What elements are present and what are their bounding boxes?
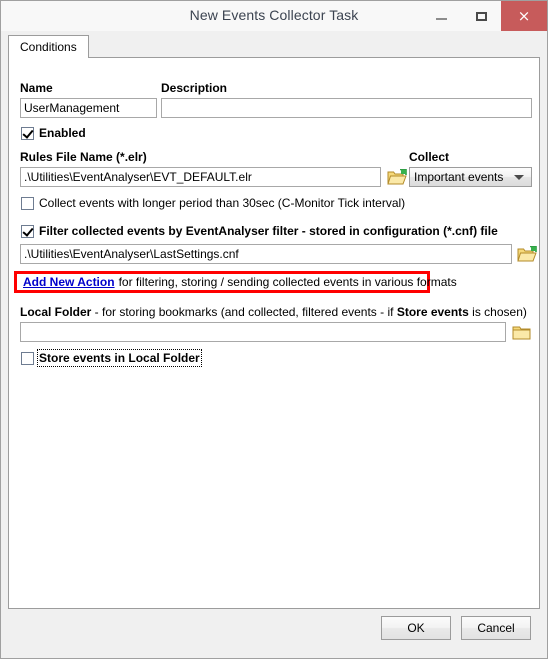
rules-file-input[interactable] <box>20 167 381 187</box>
ok-button[interactable]: OK <box>381 616 451 640</box>
local-folder-input[interactable] <box>20 322 506 342</box>
add-new-action-highlight: Add New Action for filtering, storing / … <box>14 271 457 293</box>
store-events-checkbox-box <box>21 351 34 365</box>
longer-period-checkbox[interactable]: Collect events with longer period than 3… <box>21 196 405 210</box>
collect-label: Collect <box>409 150 450 164</box>
tab-strip: Conditions <box>8 35 540 58</box>
dialog-window: New Events Collector Task × Conditions N… <box>0 0 548 659</box>
collect-select-value: Important events <box>414 170 504 184</box>
longer-period-checkbox-label: Collect events with longer period than 3… <box>39 196 406 210</box>
longer-period-checkbox-box <box>21 196 34 210</box>
description-input[interactable] <box>161 98 532 118</box>
filter-events-checkbox-label: Filter collected events by EventAnalyser… <box>39 224 498 238</box>
cancel-button-label: Cancel <box>477 621 515 635</box>
close-button[interactable]: × <box>501 1 547 31</box>
add-new-action-link[interactable]: Add New Action <box>23 275 115 289</box>
minimize-button[interactable] <box>421 1 461 31</box>
enabled-checkbox-box <box>21 126 34 140</box>
tab-conditions-label: Conditions <box>20 40 77 54</box>
cancel-button[interactable]: Cancel <box>461 616 531 640</box>
config-open-folder-icon[interactable] <box>517 245 537 263</box>
enabled-checkbox[interactable]: Enabled <box>21 126 86 140</box>
dialog-footer: OK Cancel <box>8 609 540 651</box>
tab-conditions[interactable]: Conditions <box>8 35 89 58</box>
rules-file-label: Rules File Name (*.elr) <box>20 150 147 164</box>
local-folder-label-rest: - for storing bookmarks (and collected, … <box>91 305 397 319</box>
local-folder-label-store: Store events <box>396 305 469 319</box>
description-label: Description <box>161 81 228 95</box>
filter-events-checkbox-box <box>21 224 34 238</box>
local-folder-label-rest2: is chosen) <box>468 305 527 319</box>
local-folder-label: Local Folder - for storing bookmarks (an… <box>20 305 527 319</box>
enabled-checkbox-label: Enabled <box>39 126 86 140</box>
local-folder-label-main: Local Folder <box>20 305 92 319</box>
ok-button-label: OK <box>407 621 425 635</box>
open-folder-icon[interactable] <box>387 168 407 186</box>
title-bar: New Events Collector Task × <box>1 1 547 32</box>
config-file-input[interactable] <box>20 244 512 264</box>
collect-select[interactable]: Important events <box>409 167 532 187</box>
name-label: Name <box>20 81 53 95</box>
window-controls: × <box>421 1 547 31</box>
name-input[interactable] <box>20 98 157 118</box>
add-new-action-description: for filtering, storing / sending collect… <box>118 275 457 289</box>
chevron-down-icon <box>514 175 524 180</box>
maximize-icon <box>475 11 487 21</box>
store-events-checkbox[interactable]: Store events in Local Folder <box>21 349 202 367</box>
folder-icon[interactable] <box>512 324 532 341</box>
store-events-checkbox-label: Store events in Local Folder <box>37 349 202 367</box>
maximize-button[interactable] <box>461 1 501 31</box>
tab-page-conditions: Name Description Enabled Rules File Name… <box>8 57 540 609</box>
close-icon: × <box>517 6 531 25</box>
filter-events-checkbox[interactable]: Filter collected events by EventAnalyser… <box>21 224 498 238</box>
minimize-icon <box>435 18 447 20</box>
